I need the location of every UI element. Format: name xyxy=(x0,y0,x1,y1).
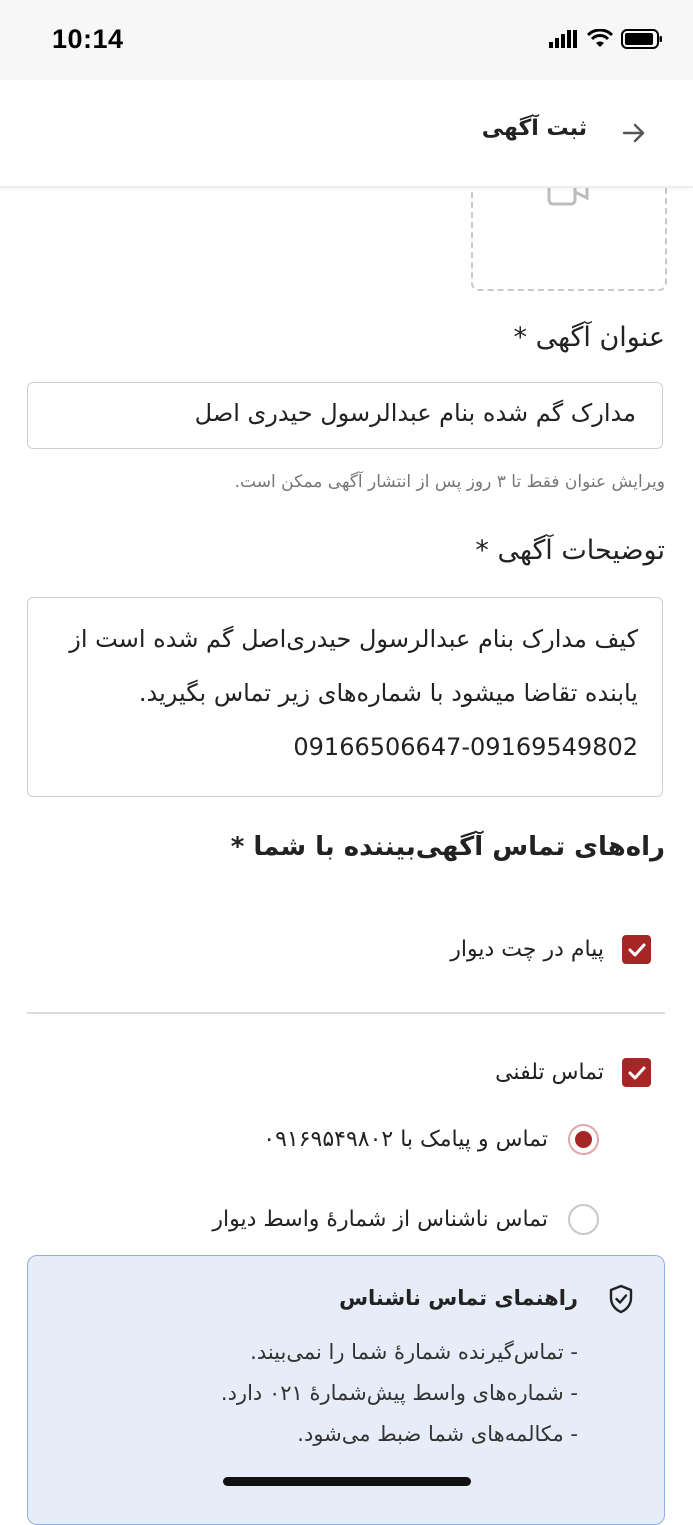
chat-checkbox[interactable] xyxy=(622,935,651,964)
radio-anonymous-call[interactable]: تماس ناشناس از شمارهٔ واسط دیوار xyxy=(212,1204,599,1235)
title-input-value: مدارک گم شده بنام عبدالرسول حیدری اصل xyxy=(194,399,636,427)
description-textarea[interactable]: کیف مدارک بنام عبدالرسول حیدری‌اصل گم شد… xyxy=(27,597,663,797)
title-input[interactable]: مدارک گم شده بنام عبدالرسول حیدری اصل xyxy=(27,382,663,449)
status-bar: 10:14 xyxy=(0,0,693,80)
radio-direct-call-label: تماس و پیامک با ۰۹۱۶۹۵۴۹۸۰۲ xyxy=(263,1127,548,1152)
check-icon xyxy=(628,943,645,956)
radio-button-selected[interactable] xyxy=(568,1124,599,1155)
page-title: ثبت آگهی xyxy=(481,116,587,141)
guide-line: - مکالمه‌های شما ضبط می‌شود. xyxy=(297,1422,578,1446)
battery-icon xyxy=(621,29,662,49)
title-helper-text: ویرایش عنوان فقط تا ۳ روز پس از انتشار آ… xyxy=(234,472,665,492)
wifi-icon xyxy=(587,29,613,47)
guide-title: راهنمای تماس ناشناس xyxy=(339,1286,578,1310)
back-arrow-icon[interactable] xyxy=(621,120,647,146)
home-indicator xyxy=(223,1477,471,1486)
phone-checkbox[interactable] xyxy=(622,1058,651,1087)
title-label: عنوان آگهی * xyxy=(513,322,665,353)
radio-direct-call[interactable]: تماس و پیامک با ۰۹۱۶۹۵۴۹۸۰۲ xyxy=(263,1124,599,1155)
description-label: توضیحات آگهی * xyxy=(475,535,665,566)
phone-option-label: تماس تلفنی xyxy=(495,1060,604,1085)
description-value: کیف مدارک بنام عبدالرسول حیدری‌اصل گم شد… xyxy=(69,625,638,761)
guide-line: - تماس‌گیرنده شمارهٔ شما را نمی‌بیند. xyxy=(250,1340,578,1364)
shield-check-icon xyxy=(609,1284,633,1314)
contact-methods-heading: راه‌های تماس آگهی‌بیننده با شما * xyxy=(230,832,665,862)
radio-button-unselected[interactable] xyxy=(568,1204,599,1235)
chat-option-label: پیام در چت دیوار xyxy=(450,937,604,962)
guide-line: - شماره‌های واسط پیش‌شمارهٔ ۰۲۱ دارد. xyxy=(220,1381,578,1405)
status-time: 10:14 xyxy=(52,24,124,54)
divider xyxy=(27,1012,665,1014)
signal-icon xyxy=(549,30,577,48)
check-icon xyxy=(628,1066,645,1079)
app-header: ثبت آگهی xyxy=(0,80,693,188)
status-icons xyxy=(549,28,663,50)
chat-option[interactable]: پیام در چت دیوار xyxy=(450,935,651,964)
radio-anonymous-call-label: تماس ناشناس از شمارهٔ واسط دیوار xyxy=(212,1207,548,1232)
phone-option[interactable]: تماس تلفنی xyxy=(495,1058,651,1087)
guide-lines: - تماس‌گیرنده شمارهٔ شما را نمی‌بیند. - … xyxy=(221,1332,578,1455)
